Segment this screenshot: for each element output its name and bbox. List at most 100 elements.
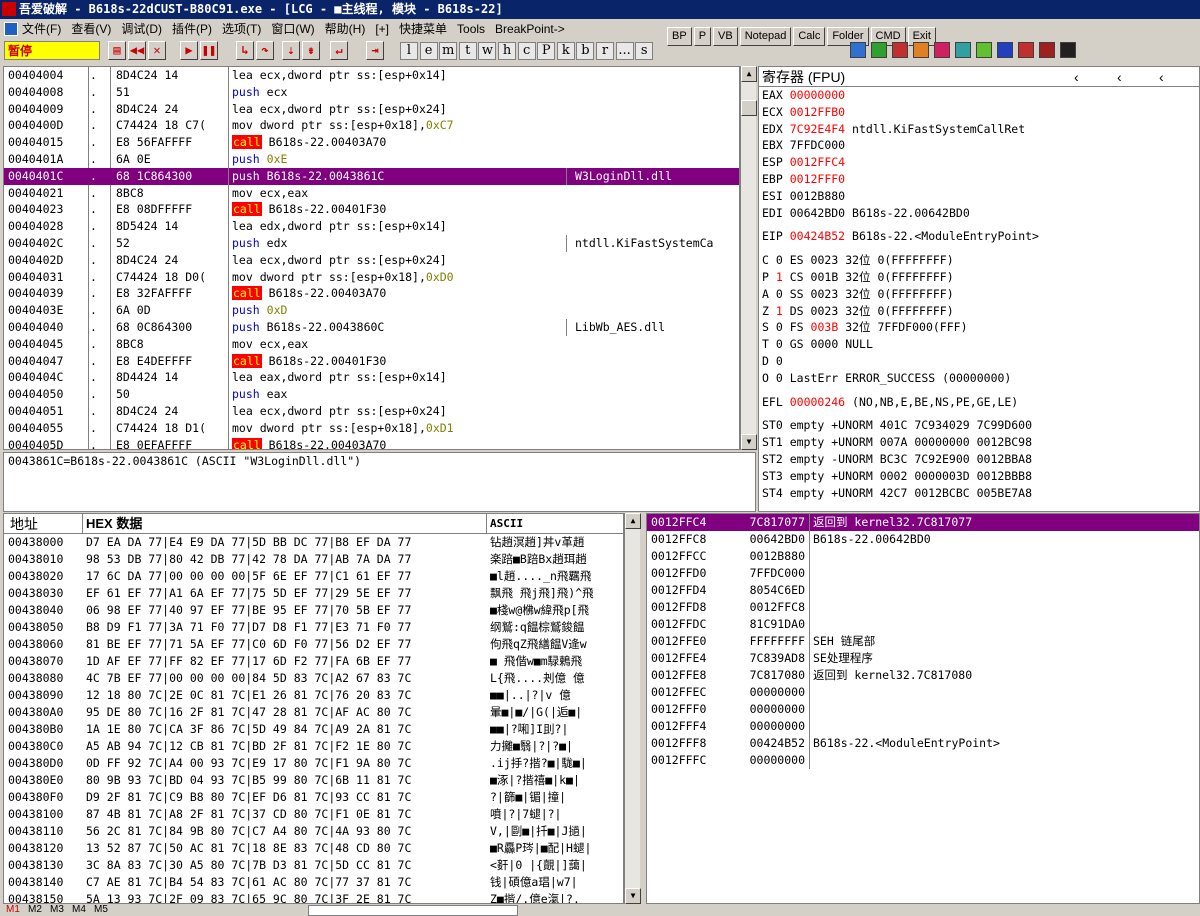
plugin-tool-icon[interactable]	[913, 42, 929, 58]
plugin-tool-icon[interactable]	[850, 42, 866, 58]
flag-bit[interactable]: 1	[776, 270, 783, 284]
dump-header-address[interactable]: 地址	[10, 514, 38, 534]
dump-row[interactable]: 00438030 EF 61 EF 77|A1 6A EF 77|75 5D EF…	[4, 585, 623, 602]
disasm-row[interactable]: 00404039. E8 32FAFFFF call B618s-22.00403A…	[4, 285, 739, 303]
quick-button[interactable]: P	[693, 27, 712, 46]
dump-header-ascii[interactable]: ASCII	[490, 514, 523, 534]
stack-row[interactable]: 0012FFF8 00424B52 B618s-22.<ModuleEntryPoi…	[647, 735, 1199, 752]
close-icon[interactable]: ✕	[148, 41, 166, 60]
flag-row[interactable]: P 1 CS 001B 32位 0(FFFFFFFF)	[759, 269, 1199, 286]
fpu-row[interactable]: ST4 empty +UNORM 42C7 0012BCBC 005BE7A8	[759, 485, 1199, 502]
register-value[interactable]: 7FFDC000	[790, 138, 845, 152]
dump-row[interactable]: 00438130 3C 8A 83 7C|30 A5 80 7C|7B D3 81…	[4, 857, 623, 874]
scroll-thumb[interactable]	[741, 100, 757, 116]
stack-row[interactable]: 0012FFE4 7C839AD8 SE处理程序	[647, 650, 1199, 667]
dump-row[interactable]: 00438060 81 BE EF 77|71 5A EF 77|C0 6D F0…	[4, 636, 623, 653]
register-row-eip[interactable]: EIP 00424B52 B618s-22.<ModuleEntryPoint>	[759, 228, 1199, 245]
window-c-button[interactable]: c	[517, 42, 536, 60]
window-r-button[interactable]: r	[596, 42, 614, 60]
command-input[interactable]	[308, 905, 518, 916]
register-value[interactable]: 00000246	[790, 395, 845, 409]
register-value[interactable]: 0012FFF0	[790, 172, 845, 186]
window-t-button[interactable]: t	[458, 42, 477, 60]
plugin-tool-icon[interactable]	[955, 42, 971, 58]
disasm-row[interactable]: 00404047. E8 E4DEFFFF call B618s-22.00401F…	[4, 352, 739, 370]
flag-row[interactable]: Z 1 DS 0023 32位 0(FFFFFFFF)	[759, 303, 1199, 320]
flag-bit[interactable]: 0	[776, 371, 783, 385]
dump-tab[interactable]: M5	[94, 904, 108, 916]
stack-row[interactable]: 0012FFFC 00000000	[647, 752, 1199, 769]
dump-tab[interactable]: M1	[6, 904, 20, 916]
plugin-tool-icon[interactable]	[871, 42, 887, 58]
fpu-row[interactable]: ST2 empty -UNORM BC3C 7C92E900 0012BBA8	[759, 451, 1199, 468]
register-row-efl[interactable]: EFL 00000246 (NO,NB,E,BE,NS,PE,GE,LE)	[759, 394, 1199, 411]
plugin-tool-icon[interactable]	[976, 42, 992, 58]
window-more-button[interactable]: ...	[615, 42, 634, 60]
dump-row[interactable]: 00438140 C7 AE 81 7C|B4 54 83 7C|61 AC 80…	[4, 874, 623, 891]
dump-row[interactable]: 00438120 13 52 87 7C|50 AC 81 7C|18 8E 83…	[4, 840, 623, 857]
menu-item[interactable]: 文件(F)	[22, 22, 61, 36]
rewind-icon[interactable]: ◀◀	[128, 41, 146, 60]
dump-row[interactable]: 00438040 06 98 EF 77|40 97 EF 77|BE 95 EF…	[4, 602, 623, 619]
disassembly-scrollbar[interactable]: ▲ ▼	[740, 66, 757, 450]
disasm-row[interactable]: 0040402C. 52 push edx ntdll.KiFastSystemCa	[4, 234, 739, 252]
dump-row[interactable]: 00438010 98 53 DB 77|80 42 DB 77|42 78 DA…	[4, 551, 623, 568]
disasm-row[interactable]: 00404051. 8D4C24 24 lea ecx,dword ptr ss:[…	[4, 402, 739, 420]
window-l-button[interactable]: l	[400, 42, 418, 60]
fpu-row[interactable]: ST0 empty +UNORM 401C 7C934029 7C99D600	[759, 417, 1199, 434]
chevron-left-icon[interactable]: ‹	[1159, 67, 1164, 87]
disasm-row[interactable]: 00404055. C74424 18 D1(mov dword ptr ss:[…	[4, 419, 739, 437]
chevron-left-icon[interactable]: ‹	[1117, 67, 1122, 87]
disassembly-pane[interactable]: 00404004. 8D4C24 14 lea ecx,dword ptr ss:[…	[3, 66, 740, 450]
dump-row[interactable]: 00438000 D7 EA DA 77|E4 E9 DA 77|5D BB DC…	[4, 534, 623, 551]
dump-row[interactable]: 004380B0 1A 1E 80 7C|CA 3F 86 7C|5D 49 84…	[4, 721, 623, 738]
stack-row[interactable]: 0012FFE8 7C817080 返回到 kernel32.7C817080	[647, 667, 1199, 684]
disasm-row[interactable]: 00404009. 8D4C24 24 lea ecx,dword ptr ss:[…	[4, 100, 739, 118]
stack-row[interactable]: 0012FFD8 0012FFC8	[647, 599, 1199, 616]
disasm-row[interactable]: 0040401C. 68 1C864300 push B618s-22.004386…	[4, 167, 739, 185]
execute-till-return-icon[interactable]: ↵	[330, 41, 348, 60]
open-icon[interactable]: ▤	[108, 41, 126, 60]
stack-row[interactable]: 0012FFE0 FFFFFFFF SEH 链尾部	[647, 633, 1199, 650]
dump-row[interactable]: 004380D0 0D FF 92 7C|A4 00 93 7C|E9 17 80…	[4, 755, 623, 772]
menu-item[interactable]: 选项(T)	[222, 22, 261, 36]
register-value[interactable]: 00000000	[790, 88, 845, 102]
flag-row[interactable]: S 0 FS 003B 32位 7FFDF000(FFF)	[759, 319, 1199, 336]
menu-item[interactable]: 插件(P)	[172, 22, 212, 36]
disasm-row[interactable]: 0040405D. E8 0EFAFFFF call B618s-22.00403A…	[4, 436, 739, 449]
register-value[interactable]: 0012FFB0	[790, 105, 845, 119]
chevron-left-icon[interactable]: ‹	[1074, 67, 1079, 87]
stack-row[interactable]: 0012FFC4 7C817077 返回到 kernel32.7C817077	[647, 514, 1199, 531]
flag-bit[interactable]: 0	[776, 337, 783, 351]
quick-button[interactable]: Notepad	[739, 27, 792, 46]
disasm-row[interactable]: 0040401A. 6A 0E push 0xE	[4, 150, 739, 168]
disasm-row[interactable]: 00404015. E8 56FAFFFF call B618s-22.00403A…	[4, 134, 739, 151]
dump-row[interactable]: 004380A0 95 DE 80 7C|16 2F 81 7C|47 28 81…	[4, 704, 623, 721]
scroll-down-icon[interactable]: ▼	[625, 888, 641, 904]
plugin-tool-icon[interactable]	[934, 42, 950, 58]
stack-row[interactable]: 0012FFD4 8054C6ED	[647, 582, 1199, 599]
register-row[interactable]: ESI 0012B880	[759, 188, 1199, 205]
menu-item[interactable]: [+]	[375, 22, 389, 36]
dump-row[interactable]: 004380C0 A5 AB 94 7C|12 CB 81 7C|BD 2F 81…	[4, 738, 623, 755]
dump-row[interactable]: 00438100 87 4B 81 7C|A8 2F 81 7C|37 CD 80…	[4, 806, 623, 823]
stack-pane[interactable]: 0012FFC4 7C817077 返回到 kernel32.7C817077 001…	[646, 513, 1200, 904]
fpu-row[interactable]: ST3 empty +UNORM 0002 0000003D 0012BBB8	[759, 468, 1199, 485]
menu-item[interactable]: 查看(V)	[71, 22, 111, 36]
window-w-button[interactable]: w	[478, 42, 497, 60]
flag-row[interactable]: C 0 ES 0023 32位 0(FFFFFFFF)	[759, 252, 1199, 269]
disasm-row[interactable]: 00404023. E8 08DFFFFF call B618s-22.00401F…	[4, 201, 739, 219]
disasm-row[interactable]: 00404028. 8D5424 14 lea edx,dword ptr ss:[…	[4, 218, 739, 235]
flag-bit[interactable]: 0	[776, 287, 783, 301]
menu-item[interactable]: 帮助(H)	[325, 22, 366, 36]
register-value[interactable]: 7C92E4F4	[790, 122, 845, 136]
menu-item[interactable]: BreakPoint->	[495, 22, 565, 36]
goto-icon[interactable]: ⇥	[366, 41, 384, 60]
disasm-row[interactable]: 0040404C. 8D4424 14 lea eax,dword ptr ss:[…	[4, 369, 739, 387]
stack-row[interactable]: 0012FFD0 7FFDC000	[647, 565, 1199, 582]
quick-button[interactable]: VB	[713, 27, 738, 46]
window-P-button[interactable]: P	[537, 42, 556, 60]
flag-bit[interactable]: 0	[776, 253, 783, 267]
menu-item[interactable]: 快捷菜单	[399, 22, 447, 36]
quick-button[interactable]: Calc	[793, 27, 826, 46]
